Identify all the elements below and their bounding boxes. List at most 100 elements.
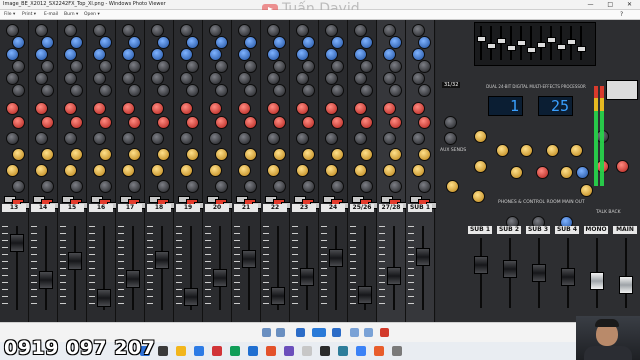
- window-controls[interactable]: — □ ✕: [587, 0, 638, 9]
- rotary-knob: [99, 84, 112, 97]
- rotate-left-icon[interactable]: [350, 328, 359, 337]
- rotary-knob: [70, 180, 83, 193]
- next-icon[interactable]: [332, 328, 341, 337]
- fader-knob: [97, 289, 111, 307]
- rotary-knob: [273, 60, 286, 73]
- rotary-knob: [360, 60, 373, 73]
- menu-print[interactable]: Print ▾: [22, 10, 36, 19]
- channel-strip: 15: [58, 20, 90, 322]
- channel-strip: 14: [29, 20, 61, 322]
- taskbar-app-icon[interactable]: [248, 346, 258, 356]
- subgroup-label: SUB 3: [526, 226, 550, 234]
- taskbar-app-icon[interactable]: [320, 346, 330, 356]
- zoom-icon[interactable]: [262, 328, 271, 337]
- mixer-image: 13 14 15 16 17 18 19 20 21 22 23 24 25/26 27/28 SUB 1 …: [0, 20, 640, 322]
- rotary-knob: [6, 164, 19, 177]
- fader-scale: [2, 226, 8, 310]
- rotary-knob: [151, 132, 164, 145]
- rotary-knob: [35, 132, 48, 145]
- taskbar-app-icon[interactable]: [284, 346, 294, 356]
- subgroup-strip: MAIN: [611, 20, 639, 322]
- rotary-knob: [180, 132, 193, 145]
- rotary-knob: [302, 116, 315, 129]
- rotary-knob: [186, 36, 199, 49]
- aux-sends-label: AUX SENDS: [440, 148, 467, 153]
- slideshow-icon[interactable]: [312, 328, 326, 337]
- channel-strip: 13: [0, 20, 32, 322]
- fader-slot: [335, 226, 337, 310]
- rotary-knob: [302, 60, 315, 73]
- rotary-knob: [6, 132, 19, 145]
- rotary-knob: [41, 60, 54, 73]
- rotary-knob: [93, 132, 106, 145]
- taskbar-app-icon[interactable]: [158, 346, 168, 356]
- actual-size-icon[interactable]: [276, 328, 285, 337]
- rotary-knob: [389, 84, 402, 97]
- rotary-knob: [12, 148, 25, 161]
- rotary-knob: [157, 84, 170, 97]
- channel-strip: 20: [203, 20, 235, 322]
- rotary-knob: [273, 116, 286, 129]
- rotary-knob: [70, 36, 83, 49]
- rotary-knob: [41, 116, 54, 129]
- taskbar-app-icon[interactable]: [212, 346, 222, 356]
- menu-file[interactable]: File ▾: [4, 10, 15, 19]
- close-button[interactable]: ✕: [627, 1, 638, 8]
- rotary-knob: [244, 116, 257, 129]
- fader-knob: [213, 269, 227, 287]
- window-title: Image_BE_X2012_SX2242FX_Top_Xl.png - Win…: [3, 1, 166, 7]
- rotary-knob: [418, 36, 431, 49]
- rotary-knob: [99, 36, 112, 49]
- menu-burn[interactable]: Burn ▾: [64, 10, 78, 19]
- rotary-knob: [64, 132, 77, 145]
- taskbar-app-icon[interactable]: [338, 346, 348, 356]
- maximize-button[interactable]: □: [607, 1, 619, 8]
- rotary-knob: [93, 102, 106, 115]
- rotary-knob: [267, 102, 280, 115]
- taskbar-app-icon[interactable]: [176, 346, 186, 356]
- rotary-knob: [360, 148, 373, 161]
- rotary-knob: [99, 148, 112, 161]
- rotary-knob: [99, 180, 112, 193]
- rotary-knob: [12, 36, 25, 49]
- taskbar-app-icon[interactable]: [302, 346, 312, 356]
- rotary-knob: [418, 116, 431, 129]
- rotary-knob: [70, 116, 83, 129]
- help-icon[interactable]: ?: [620, 10, 623, 19]
- rotate-right-icon[interactable]: [364, 328, 373, 337]
- menu-email[interactable]: E-mail: [44, 10, 58, 19]
- rotary-knob: [331, 116, 344, 129]
- taskbar-app-icon[interactable]: [266, 346, 276, 356]
- channel-number: 23: [292, 204, 316, 212]
- subgroup-label: SUB 4: [555, 226, 579, 234]
- taskbar-app-icon[interactable]: [356, 346, 366, 356]
- rotary-knob: [70, 148, 83, 161]
- menu-open[interactable]: Open ▾: [84, 10, 100, 19]
- fader-scale: [205, 226, 211, 310]
- taskbar-app-icon[interactable]: [374, 346, 384, 356]
- taskbar-app-icon[interactable]: [230, 346, 240, 356]
- rotary-knob: [418, 148, 431, 161]
- taskbar-app-icon[interactable]: [194, 346, 204, 356]
- fader-scale: [31, 226, 37, 310]
- rotary-knob: [418, 180, 431, 193]
- rotary-knob: [157, 60, 170, 73]
- rotary-knob: [12, 84, 25, 97]
- delete-icon[interactable]: [380, 328, 389, 337]
- rotary-knob: [273, 84, 286, 97]
- channel-number: 27/28: [379, 204, 403, 212]
- taskbar-app-icon[interactable]: [392, 346, 402, 356]
- rotary-knob: [302, 148, 315, 161]
- fader-knob: [358, 286, 372, 304]
- rotary-knob: [70, 60, 83, 73]
- master-knob: [444, 116, 457, 129]
- fader-knob: [532, 264, 546, 282]
- previous-icon[interactable]: [296, 328, 305, 337]
- rotary-knob: [128, 84, 141, 97]
- channel-number: 13: [2, 204, 26, 212]
- minimize-button[interactable]: —: [587, 1, 599, 8]
- rotary-knob: [93, 164, 106, 177]
- subgroup-strip: SUB 2: [495, 20, 523, 322]
- rotary-knob: [215, 36, 228, 49]
- rotary-knob: [41, 36, 54, 49]
